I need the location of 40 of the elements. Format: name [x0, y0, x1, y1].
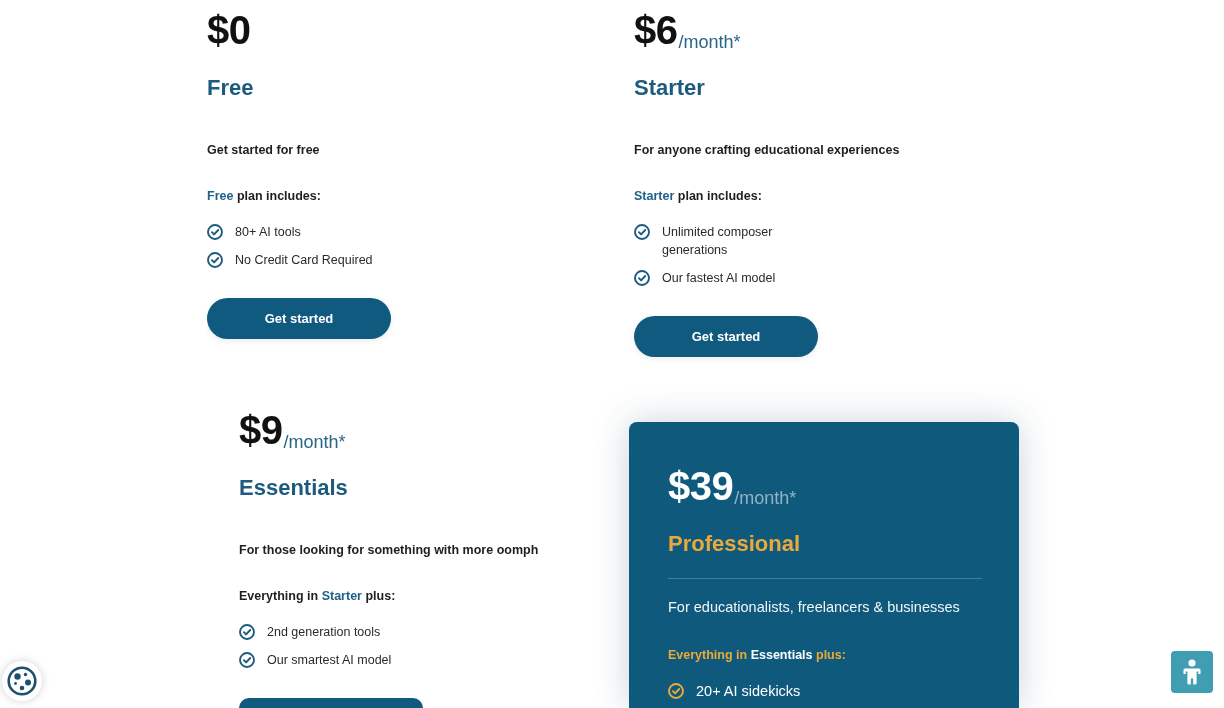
check-circle-icon: [668, 683, 684, 699]
check-circle-icon: [207, 224, 223, 240]
check-circle-icon: [207, 252, 223, 268]
plan-name: Essentials: [239, 474, 348, 502]
feature-text: 2nd generation tools: [267, 624, 381, 641]
check-circle-icon: [239, 624, 255, 640]
check-circle-icon: [634, 270, 650, 286]
plan-description: Get started for free: [207, 142, 320, 159]
price: $6: [634, 7, 678, 54]
cookie-icon: [7, 666, 37, 696]
get-started-button[interactable]: Get started: [207, 298, 391, 339]
includes-heading: Everything in Essentials plus:: [668, 647, 847, 664]
feature-text: Our fastest AI model: [662, 270, 776, 287]
plan-description: For anyone crafting educational experiences: [634, 142, 900, 159]
feature-text: 80+ AI tools: [235, 224, 301, 241]
check-circle-icon: [634, 224, 650, 240]
plan-name: Starter: [634, 74, 705, 102]
person-icon: [1182, 659, 1202, 685]
check-circle-icon: [239, 652, 255, 668]
cut-off-button[interactable]: [239, 698, 423, 708]
cookie-settings-button[interactable]: [2, 661, 42, 701]
plan-name: Professional: [668, 530, 802, 558]
feature-text: 20+ AI sidekicks: [696, 682, 801, 701]
plan-description: For those looking for something with more oomph: [239, 542, 539, 559]
plan-description: For educationalists, freelancers & businesses: [668, 598, 961, 617]
includes-heading: Starter plan includes:: [634, 188, 762, 205]
price-period: /month*: [734, 487, 797, 510]
price-period: /month*: [678, 31, 741, 54]
feature-text: Unlimited composer generations: [662, 224, 774, 259]
includes-heading: Everything in Starter plus:: [239, 588, 396, 605]
get-started-button[interactable]: Get started: [634, 316, 818, 357]
accessibility-button[interactable]: [1171, 651, 1213, 693]
feature-text: No Credit Card Required: [235, 252, 373, 269]
price: $9: [239, 407, 283, 454]
includes-heading: Free plan includes:: [207, 188, 321, 205]
price: $0: [207, 7, 251, 54]
plan-name: Free: [207, 74, 254, 102]
price-period: /month*: [283, 431, 346, 454]
price: $39: [668, 463, 734, 510]
feature-text: Our smartest AI model: [267, 652, 392, 669]
